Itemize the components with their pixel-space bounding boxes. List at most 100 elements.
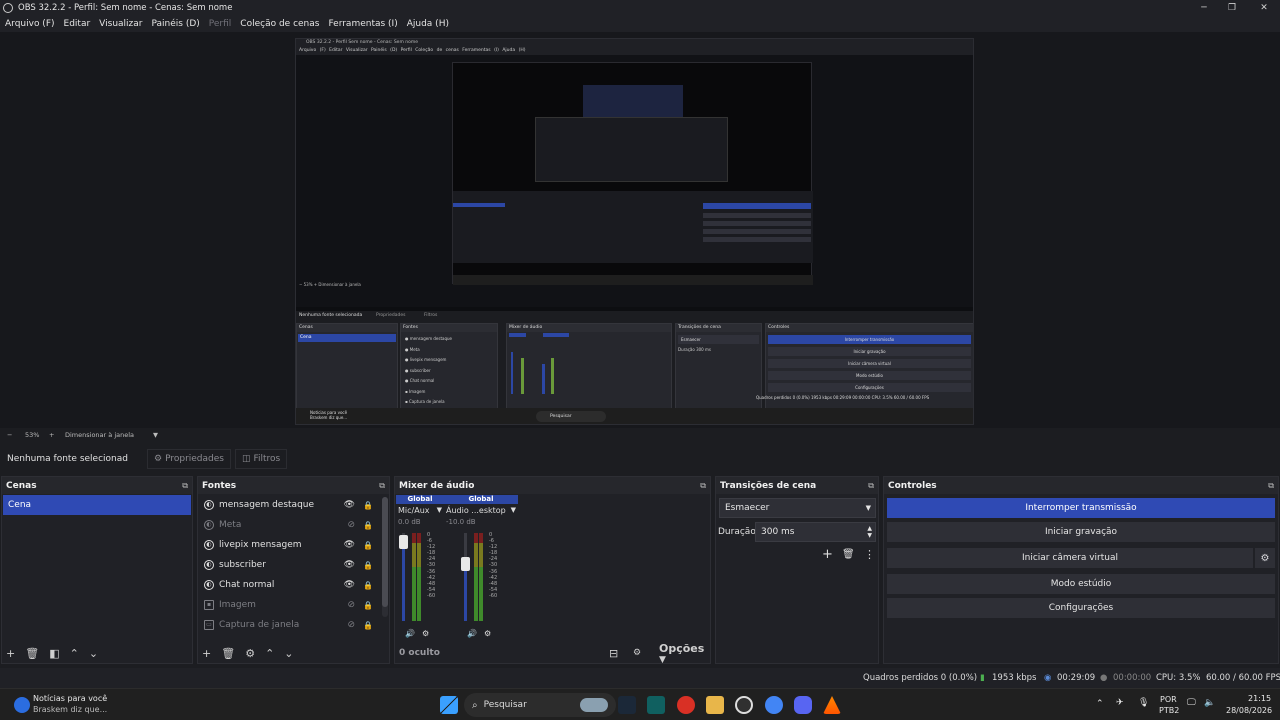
source-item[interactable]: ▪ Imagem ⊘ 🔒 (198, 595, 379, 615)
maximize-button[interactable]: ❐ (1216, 0, 1248, 15)
scale-mode[interactable]: Dimensionar à janela (65, 431, 134, 439)
chrome-icon[interactable] (677, 696, 695, 714)
undock-icon[interactable]: ⧉ (182, 481, 188, 491)
zoom-in-button[interactable]: + (49, 431, 54, 439)
properties-button[interactable]: ⚙ Propriedades (147, 449, 231, 469)
sources-scrollbar[interactable] (382, 497, 388, 617)
duration-spinbox[interactable]: 300 ms ▲ ▼ (755, 522, 876, 542)
scene-item[interactable]: Cena (3, 495, 191, 515)
source-item[interactable]: ◐ livepix mensagem 👁 🔒 (198, 535, 379, 555)
clock-date[interactable]: 28/08/2026 (1226, 706, 1272, 715)
lock-icon[interactable]: 🔒 (363, 561, 373, 570)
remove-transition-icon[interactable]: 🗑 (842, 549, 855, 560)
undock-icon[interactable]: ⧉ (700, 481, 706, 491)
lock-icon[interactable]: 🔒 (363, 521, 373, 530)
start-virtual-camera-button[interactable]: Iniciar câmera virtual (887, 548, 1253, 568)
filters-button[interactable]: ◫ Filtros (234, 449, 288, 469)
lock-icon[interactable]: 🔒 (363, 581, 373, 590)
news-title[interactable]: Notícias para você (33, 694, 107, 703)
microphone-icon[interactable]: 🎙 (1138, 698, 1149, 708)
eye-hidden-icon[interactable]: ⊘ (347, 620, 355, 630)
transition-menu-icon[interactable]: ⋮ (864, 548, 875, 561)
volume-fader[interactable] (461, 533, 470, 621)
speaker-icon[interactable]: 🔊 (405, 629, 415, 638)
language-primary[interactable]: POR (1160, 695, 1177, 704)
chrome-profile-icon[interactable] (765, 696, 783, 714)
eye-icon[interactable]: 👁 (344, 540, 355, 550)
mixer-options-button[interactable]: Opções ▼ (659, 642, 714, 665)
tray-expand-icon[interactable]: ⌃ (1096, 699, 1104, 709)
eye-icon[interactable]: 👁 (344, 580, 355, 590)
source-properties-icon[interactable]: ⚙ (245, 647, 255, 660)
menu-visualizar[interactable]: Visualizar (99, 19, 142, 29)
mixer-link-icon[interactable]: ⚙ (633, 648, 641, 658)
menu-paineis[interactable]: Painéis (D) (151, 19, 199, 29)
scale-mode-arrow-icon[interactable]: ▼ (153, 431, 158, 439)
channel-name[interactable]: Áudio ...esktop ▼ (444, 506, 518, 515)
obs-taskbar-icon[interactable] (735, 696, 753, 714)
start-windows-icon[interactable] (440, 696, 458, 714)
channel-settings-icon[interactable]: ⚙ (422, 629, 429, 638)
undock-icon[interactable]: ⧉ (868, 481, 874, 491)
mixer-title: Mixer de áudio (399, 480, 475, 491)
source-item[interactable]: ◐ mensagem destaque 👁 🔒 (198, 495, 379, 515)
lock-icon[interactable]: 🔒 (363, 541, 373, 550)
lock-icon[interactable]: 🔒 (363, 601, 373, 610)
eye-hidden-icon[interactable]: ⊘ (347, 600, 355, 610)
mixer-layout-icon[interactable]: ⊟ (609, 647, 618, 660)
source-item[interactable]: ▭ Captura de janela ⊘ 🔒 (198, 615, 379, 635)
move-up-icon[interactable]: ⌃ (70, 647, 79, 660)
stop-streaming-button[interactable]: Interromper transmissão (887, 498, 1275, 518)
close-button[interactable]: ✕ (1248, 0, 1280, 15)
eye-icon[interactable]: 👁 (344, 560, 355, 570)
add-scene-icon[interactable]: + (6, 647, 15, 660)
channel-name[interactable]: Mic/Aux ▼ (396, 506, 444, 515)
tray-app-icon[interactable]: ✈ (1116, 698, 1124, 708)
lock-icon[interactable]: 🔒 (363, 501, 373, 510)
menu-perfil[interactable]: Perfil (209, 19, 232, 29)
add-transition-icon[interactable]: + (822, 547, 833, 562)
speaker-icon[interactable]: 🔊 (467, 629, 477, 638)
add-source-icon[interactable]: + (202, 647, 211, 660)
menu-ferramentas[interactable]: Ferramentas (I) (328, 19, 397, 29)
menu-editar[interactable]: Editar (64, 19, 91, 29)
eye-hidden-icon[interactable]: ⊘ (347, 520, 355, 530)
menu-arquivo[interactable]: Arquivo (F) (5, 19, 55, 29)
eye-icon[interactable]: 👁 (344, 500, 355, 510)
remove-scene-icon[interactable]: 🗑 (25, 647, 39, 660)
move-down-icon[interactable]: ⌄ (284, 647, 293, 660)
scene-filters-icon[interactable]: ◧ (49, 647, 59, 660)
file-explorer-icon[interactable] (706, 696, 724, 714)
vlc-icon[interactable] (823, 696, 841, 714)
clock-time[interactable]: 21:15 (1248, 694, 1271, 703)
fader-knob[interactable] (461, 556, 470, 571)
transition-select[interactable]: Esmaecer ▼ (719, 498, 876, 518)
network-icon[interactable]: 🖵 (1187, 698, 1196, 708)
steam-icon[interactable] (618, 696, 636, 714)
source-item[interactable]: ◐ subscriber 👁 🔒 (198, 555, 379, 575)
start-recording-button[interactable]: Iniciar gravação (887, 522, 1275, 542)
move-up-icon[interactable]: ⌃ (265, 647, 274, 660)
remove-source-icon[interactable]: 🗑 (221, 647, 235, 660)
source-item[interactable]: ◐ Chat normal 👁 🔒 (198, 575, 379, 595)
scrollbar-thumb[interactable] (382, 497, 388, 607)
zoom-out-button[interactable]: − (7, 431, 12, 439)
menu-ajuda[interactable]: Ajuda (H) (407, 19, 449, 29)
move-down-icon[interactable]: ⌄ (89, 647, 98, 660)
settings-button[interactable]: Configurações (887, 598, 1275, 618)
language-secondary[interactable]: PTB2 (1159, 706, 1179, 715)
virtual-camera-settings-icon[interactable]: ⚙ (1255, 548, 1275, 568)
undock-icon[interactable]: ⧉ (379, 481, 385, 491)
discord-icon[interactable] (794, 696, 812, 714)
volume-fader[interactable] (399, 533, 408, 621)
news-weather-icon[interactable] (14, 697, 30, 713)
studio-mode-button[interactable]: Modo estúdio (887, 574, 1275, 594)
menu-colecao-cenas[interactable]: Coleção de cenas (240, 19, 319, 29)
terminal-app-icon[interactable] (647, 696, 665, 714)
fader-knob[interactable] (399, 534, 408, 549)
lock-icon[interactable]: 🔒 (363, 621, 373, 630)
volume-icon[interactable]: 🔈 (1204, 698, 1215, 708)
undock-icon[interactable]: ⧉ (1268, 481, 1274, 491)
channel-settings-icon[interactable]: ⚙ (484, 629, 491, 638)
source-item[interactable]: ◐ Meta ⊘ 🔒 (198, 515, 379, 535)
